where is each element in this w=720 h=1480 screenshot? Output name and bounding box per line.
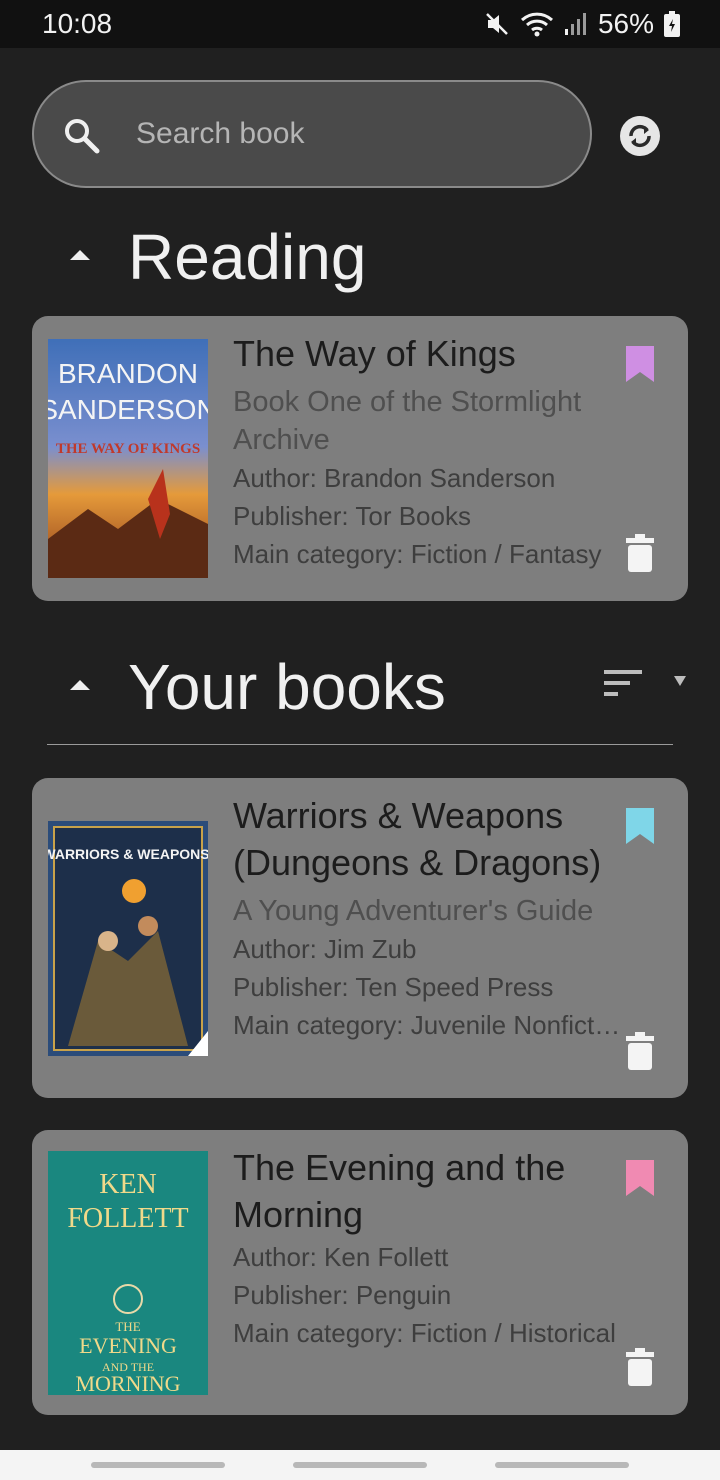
filter-arrow-icon[interactable] [674, 676, 686, 686]
book-info: Warriors & Weapons (Dungeons & Dragons) … [233, 792, 623, 1044]
cover-image-evening-morning: KEN FOLLETT THE EVENING AND THE MORNING [48, 1151, 208, 1395]
cover-text: WARRIORS & WEAPONS [48, 846, 208, 862]
search-input[interactable] [136, 112, 556, 156]
book-author: Author: Brandon Sanderson [233, 463, 556, 493]
book-subtitle: Book One of the Stormlight Archive [233, 386, 582, 456]
book-author: Author: Jim Zub [233, 934, 417, 964]
cover-text: SANDERSON [48, 394, 208, 425]
cover-text: BRANDON [58, 358, 198, 389]
nav-recents-button[interactable] [91, 1462, 225, 1468]
battery-icon [664, 11, 680, 37]
nav-back-button[interactable] [495, 1462, 629, 1468]
nav-home-button[interactable] [293, 1462, 427, 1468]
search-bar[interactable] [32, 80, 592, 188]
bookmark-icon[interactable] [626, 1160, 654, 1196]
bookmark-icon[interactable] [626, 346, 654, 382]
sync-icon[interactable] [618, 114, 662, 158]
book-author: Author: Ken Follett [233, 1242, 449, 1272]
reading-title: Reading [128, 221, 367, 293]
battery-percent: 56% [597, 8, 654, 39]
cover-image-warriors-weapons: WARRIORS & WEAPONS [48, 821, 208, 1056]
book-cover: KEN FOLLETT THE EVENING AND THE MORNING [48, 1151, 208, 1395]
cover-text: THE WAY OF KINGS [56, 441, 200, 457]
search-row [32, 80, 672, 188]
cover-text: EVENING [79, 1333, 177, 1358]
book-category: Main category: Fiction / Fantasy [233, 539, 602, 569]
book-publisher: Publisher: Ten Speed Press [233, 972, 554, 1002]
book-title: Warriors & Weapons (Dungeons & Dragons) [233, 795, 602, 883]
wifi-icon [520, 12, 553, 37]
book-card[interactable]: WARRIORS & WEAPONS Warriors & Weapons (D… [32, 778, 688, 1098]
trash-icon[interactable] [626, 534, 654, 572]
book-cover: BRANDON SANDERSON THE WAY OF KINGS [48, 339, 208, 578]
reading-section-header[interactable]: Reading [0, 216, 720, 296]
book-cover: WARRIORS & WEAPONS [48, 821, 208, 1056]
cover-text: MORNING [75, 1371, 180, 1395]
book-subtitle: A Young Adventurer's Guide [233, 895, 594, 927]
book-title: The Way of Kings [233, 333, 516, 374]
trash-icon[interactable] [626, 1348, 654, 1386]
book-info: The Way of Kings Book One of the Stormli… [233, 330, 623, 573]
book-info: The Evening and the Morning Author: Ken … [233, 1144, 623, 1352]
status-bar: 10:08 56% [0, 0, 720, 48]
book-card[interactable]: BRANDON SANDERSON THE WAY OF KINGS The W… [32, 316, 688, 601]
cover-image-way-of-kings: BRANDON SANDERSON THE WAY OF KINGS [48, 339, 208, 578]
book-card[interactable]: KEN FOLLETT THE EVENING AND THE MORNING … [32, 1130, 688, 1415]
sort-icon[interactable] [604, 670, 642, 696]
book-publisher: Publisher: Penguin [233, 1280, 452, 1310]
navigation-bar [0, 1450, 720, 1480]
cover-text: KEN [99, 1169, 157, 1200]
trash-icon[interactable] [626, 1032, 654, 1070]
arrow-up-icon[interactable] [68, 678, 92, 692]
divider [47, 744, 673, 745]
book-category: Main category: Juvenile Nonfiction [233, 1010, 623, 1040]
signal-icon [564, 13, 586, 35]
your-books-title: Your books [128, 651, 446, 723]
search-icon [65, 119, 100, 154]
bookmark-icon[interactable] [626, 808, 654, 844]
cover-text: THE [115, 1319, 140, 1334]
arrow-up-icon[interactable] [68, 248, 92, 262]
status-time: 10:08 [42, 8, 113, 39]
mute-icon [486, 13, 508, 35]
cover-text: FOLLETT [67, 1203, 188, 1234]
book-category: Main category: Fiction / Historical [233, 1318, 616, 1348]
book-title: The Evening and the Morning [233, 1147, 566, 1235]
status-icons: 56% [484, 8, 680, 40]
book-publisher: Publisher: Tor Books [233, 501, 471, 531]
